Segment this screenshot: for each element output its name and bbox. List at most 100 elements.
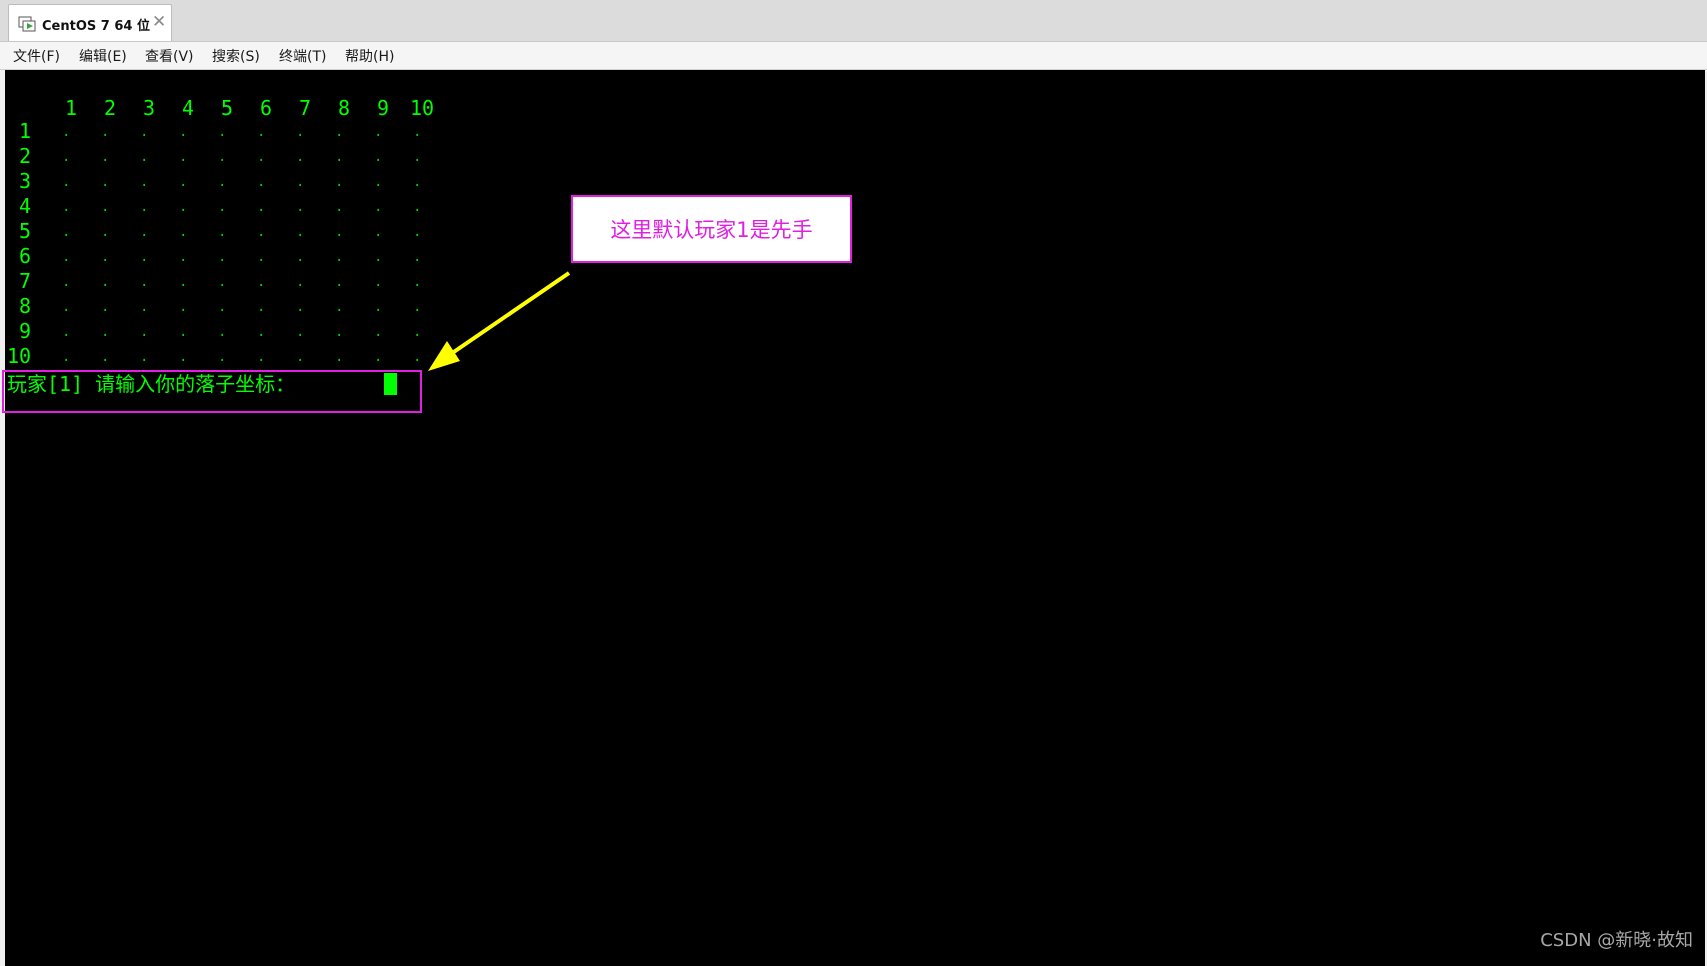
board-cell: . (413, 224, 422, 240)
board-cell: . (101, 149, 110, 165)
board-cell: . (218, 199, 227, 215)
column-header: 6 (260, 96, 273, 120)
menu-search[interactable]: 搜索(S) (212, 46, 260, 66)
column-header: 7 (299, 96, 312, 120)
column-header: 1 (65, 96, 78, 120)
board-cell: . (257, 124, 266, 140)
board-cell: . (413, 274, 422, 290)
menu-help[interactable]: 帮助(H) (345, 46, 394, 66)
board-cell: . (335, 274, 344, 290)
board-cell: . (62, 249, 71, 265)
row-header: 2 (19, 144, 32, 168)
board-cell: . (62, 299, 71, 315)
row-header: 4 (19, 194, 32, 218)
menu-bar: 文件(F) 编辑(E) 查看(V) 搜索(S) 终端(T) 帮助(H) (0, 42, 1707, 70)
callout-box: 这里默认玩家1是先手 (571, 195, 852, 263)
board-cell: . (101, 299, 110, 315)
board-cell: . (140, 299, 149, 315)
board-cell: . (374, 299, 383, 315)
row-header: 8 (19, 294, 32, 318)
board-cell: . (296, 124, 305, 140)
row-header: 9 (19, 319, 32, 343)
board-cell: . (179, 174, 188, 190)
board-cell: . (296, 349, 305, 365)
board-cell: . (296, 174, 305, 190)
board-cell: . (140, 274, 149, 290)
column-header: 4 (182, 96, 195, 120)
tab-centos[interactable]: CentOS 7 64 位 ✕ (8, 4, 172, 41)
board-cell: . (101, 224, 110, 240)
board-cell: . (218, 274, 227, 290)
board-cell: . (296, 249, 305, 265)
board-cell: . (257, 249, 266, 265)
board-cell: . (62, 199, 71, 215)
board-cell: . (218, 299, 227, 315)
board-cell: . (413, 174, 422, 190)
terminal-screen[interactable]: 1 2 3 4 5 6 7 8 9 10 1.......... 2.......... 3......… (5, 70, 1705, 966)
board-cell: . (374, 124, 383, 140)
board-cell: . (335, 224, 344, 240)
column-header: 5 (221, 96, 234, 120)
board-cell: . (335, 324, 344, 340)
row-header: 7 (19, 269, 32, 293)
board-cell: . (335, 174, 344, 190)
board-cell: . (62, 124, 71, 140)
board-cell: . (296, 274, 305, 290)
board-cell: . (374, 324, 383, 340)
menu-edit[interactable]: 编辑(E) (79, 46, 127, 66)
board-cell: . (413, 349, 422, 365)
board-cell: . (140, 174, 149, 190)
board-cell: . (62, 274, 71, 290)
board-cell: . (218, 224, 227, 240)
board-cell: . (296, 299, 305, 315)
board-cell: . (374, 224, 383, 240)
board-cell: . (101, 324, 110, 340)
board-cell: . (218, 124, 227, 140)
board-cell: . (101, 349, 110, 365)
board-cell: . (296, 224, 305, 240)
board-cell: . (335, 299, 344, 315)
board-cell: . (140, 224, 149, 240)
board-cell: . (101, 124, 110, 140)
board-cell: . (101, 199, 110, 215)
board-cell: . (179, 249, 188, 265)
board-cell: . (218, 174, 227, 190)
board-cell: . (101, 174, 110, 190)
board-cell: . (374, 199, 383, 215)
board-cell: . (179, 274, 188, 290)
watermark: CSDN @新晓·故知 (1540, 930, 1693, 951)
board-cell: . (296, 149, 305, 165)
board-cell: . (374, 174, 383, 190)
menu-file[interactable]: 文件(F) (13, 46, 60, 66)
row-header: 6 (19, 244, 32, 268)
board-cell: . (257, 299, 266, 315)
board-cell: . (101, 274, 110, 290)
board-cell: . (374, 349, 383, 365)
column-header: 3 (143, 96, 156, 120)
board-cell: . (257, 274, 266, 290)
close-icon[interactable]: ✕ (152, 11, 166, 33)
column-header: 2 (104, 96, 117, 120)
vm-icon (18, 16, 36, 32)
tab-title: CentOS 7 64 位 (42, 19, 150, 34)
terminal-window: CentOS 7 64 位 ✕ 文件(F) 编辑(E) 查看(V) 搜索(S) … (0, 0, 1707, 966)
board-cell: . (140, 124, 149, 140)
menu-terminal[interactable]: 终端(T) (279, 46, 326, 66)
board-cell: . (335, 124, 344, 140)
board-cell: . (179, 224, 188, 240)
board-cell: . (62, 324, 71, 340)
board-cell: . (101, 249, 110, 265)
board-cell: . (179, 299, 188, 315)
board-cell: . (413, 249, 422, 265)
board-cell: . (179, 124, 188, 140)
row-header: 10 (7, 344, 32, 368)
board-cell: . (140, 349, 149, 365)
board-cell: . (140, 324, 149, 340)
board-cell: . (257, 224, 266, 240)
board-cell: . (218, 249, 227, 265)
menu-view[interactable]: 查看(V) (145, 46, 194, 66)
board-cell: . (179, 349, 188, 365)
board-cell: . (257, 324, 266, 340)
board-cell: . (62, 174, 71, 190)
board-cell: . (140, 149, 149, 165)
